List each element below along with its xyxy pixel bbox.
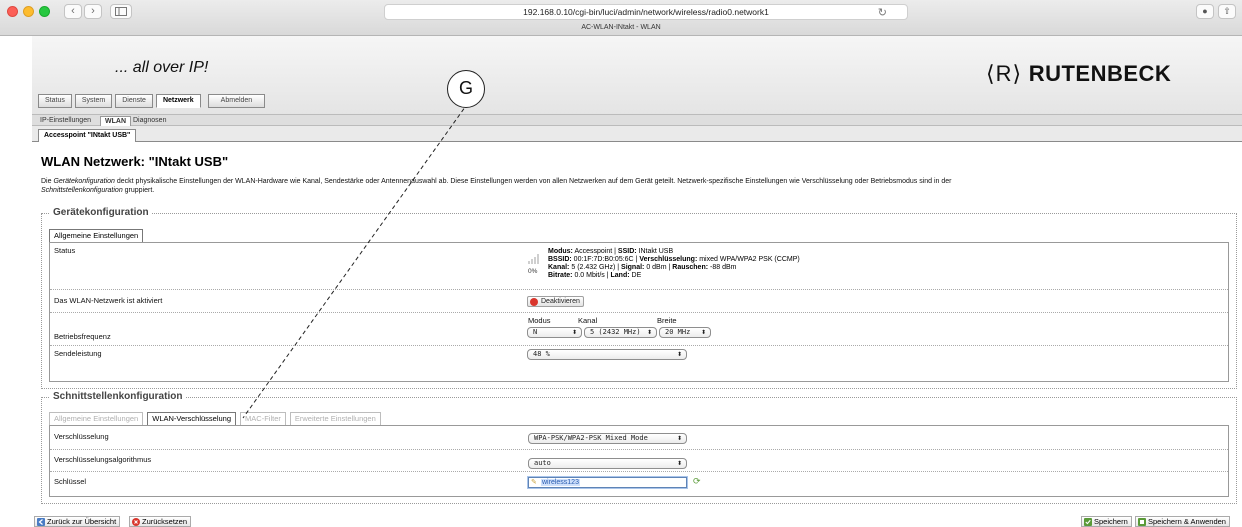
callout-g: G	[447, 70, 485, 108]
callout-leader-line	[242, 102, 469, 419]
